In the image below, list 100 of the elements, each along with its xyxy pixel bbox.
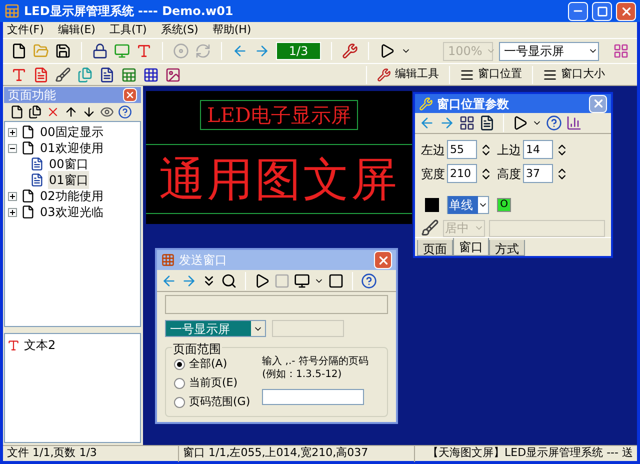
field-label: 宽度 (421, 166, 445, 182)
brush-icon[interactable] (55, 66, 71, 82)
toolbar-button[interactable]: 窗口大小 (543, 66, 605, 83)
move-up-icon[interactable] (64, 105, 78, 119)
tree-item[interactable]: 00窗口 (48, 155, 90, 173)
table-icon[interactable] (143, 66, 159, 82)
page-icon (21, 141, 35, 155)
back-icon[interactable] (232, 43, 248, 59)
close-button[interactable] (374, 251, 392, 269)
window-icon (30, 173, 44, 187)
screen-icon[interactable] (294, 272, 310, 288)
border-style-select[interactable]: 单线 (447, 196, 489, 214)
page-icon (21, 189, 35, 203)
grid-icon[interactable] (459, 115, 475, 132)
menu-item[interactable]: 编辑(E) (58, 22, 96, 38)
toolbar-button[interactable]: 编辑工具 (377, 66, 439, 83)
move-down-icon[interactable] (82, 105, 96, 119)
display-select[interactable]: 一号显示屏 (499, 42, 599, 60)
window-title: LED显示屏管理系统 ---- Demo.w01 (24, 3, 234, 20)
border-color-button[interactable]: O (497, 198, 511, 212)
maximize-button[interactable] (592, 2, 612, 20)
radio-option[interactable]: 全部(A) (174, 355, 250, 374)
lock-icon[interactable] (92, 43, 108, 59)
number-field[interactable]: 14 (523, 140, 553, 159)
close-button[interactable] (616, 2, 636, 20)
help-icon[interactable] (546, 115, 562, 132)
page-range-field[interactable] (262, 389, 364, 405)
color-swatch[interactable] (425, 198, 439, 212)
delete-icon[interactable] (46, 105, 60, 119)
expand-toggle[interactable] (8, 192, 17, 200)
forward-icon[interactable] (254, 43, 270, 59)
text-field[interactable] (489, 220, 605, 236)
tree-item[interactable]: 01窗口 (48, 171, 90, 189)
play-icon[interactable] (379, 43, 395, 59)
layer-item[interactable]: 文本2 (24, 336, 56, 354)
copy-icon[interactable] (28, 105, 42, 119)
display-select[interactable]: 一号显示屏 (165, 320, 266, 337)
menu-item[interactable]: 系统(S) (160, 22, 198, 38)
tools-icon[interactable] (342, 43, 358, 59)
help-icon[interactable] (118, 105, 132, 119)
new-page-icon[interactable] (10, 105, 24, 119)
eye-icon[interactable] (100, 105, 114, 119)
minimize-button[interactable] (568, 2, 588, 20)
menu-item[interactable]: 工具(T) (109, 22, 147, 38)
monitor-icon[interactable] (114, 43, 130, 59)
tree-item[interactable]: 00固定显示 (39, 123, 104, 141)
expand-toggle[interactable] (8, 208, 17, 216)
radio-option[interactable]: 页码范围(G) (174, 393, 250, 412)
lines-icon (460, 68, 474, 82)
help-icon[interactable] (361, 272, 377, 288)
tools-icon (377, 68, 391, 82)
tools-icon (419, 96, 433, 111)
number-field[interactable]: 55 (447, 140, 477, 159)
tree-item[interactable]: 01欢迎使用 (39, 139, 104, 157)
close-icon (620, 4, 632, 18)
spreadsheet-icon[interactable] (121, 66, 137, 82)
columns-icon[interactable] (566, 115, 582, 132)
status-text: 【天海图文屏】LED显示屏管理系统 --- 送 (426, 445, 634, 462)
toolbar-button[interactable]: 窗口位置 (460, 66, 522, 83)
tree-item[interactable]: 03欢迎光临 (39, 203, 104, 221)
frame-icon[interactable] (328, 272, 344, 288)
tab[interactable]: 方式 (489, 240, 525, 256)
led-text: 通用图文屏 (146, 144, 412, 214)
menu-item[interactable]: 帮助(H) (212, 22, 252, 38)
close-icon (125, 90, 135, 100)
maximize-icon (596, 6, 608, 16)
brush-icon[interactable] (421, 219, 439, 237)
tab[interactable]: 页面 (417, 240, 453, 256)
tree-item[interactable]: 02功能使用 (39, 187, 104, 205)
menu-item[interactable]: 文件(F) (7, 22, 44, 38)
back-icon[interactable] (161, 272, 177, 288)
radio-option[interactable]: 当前页(E) (174, 374, 250, 393)
number-field[interactable]: 37 (523, 164, 553, 183)
status-text: 窗口 1/1,左055,上014,宽210,高037 (179, 445, 415, 462)
app-icon (4, 3, 20, 19)
pages-icon[interactable] (77, 66, 93, 82)
image-icon[interactable] (165, 66, 181, 82)
document-icon[interactable] (479, 115, 495, 132)
expand-toggle[interactable] (8, 128, 17, 136)
text-icon (7, 338, 20, 352)
text-field[interactable] (272, 320, 344, 337)
document-icon[interactable] (99, 66, 115, 82)
close-button[interactable] (589, 94, 607, 113)
close-button[interactable] (123, 88, 137, 102)
window-title: 窗口位置参数 (437, 96, 510, 113)
field-label: 上边 (497, 142, 521, 158)
save-icon[interactable] (55, 43, 71, 59)
collapse-toggle[interactable] (8, 144, 17, 152)
group-title: 页面范围 (172, 340, 222, 358)
preview-icon[interactable] (221, 272, 237, 288)
play-icon[interactable] (512, 115, 528, 132)
new-file-icon[interactable] (11, 43, 27, 59)
text-icon[interactable] (11, 66, 27, 82)
field-label: 左边 (421, 142, 445, 158)
play-icon[interactable] (254, 272, 270, 288)
lines-icon (543, 68, 557, 82)
back-icon[interactable] (419, 115, 435, 132)
number-field[interactable]: 210 (447, 164, 477, 183)
text-icon[interactable] (136, 43, 152, 59)
tab[interactable]: 窗口 (453, 238, 489, 256)
